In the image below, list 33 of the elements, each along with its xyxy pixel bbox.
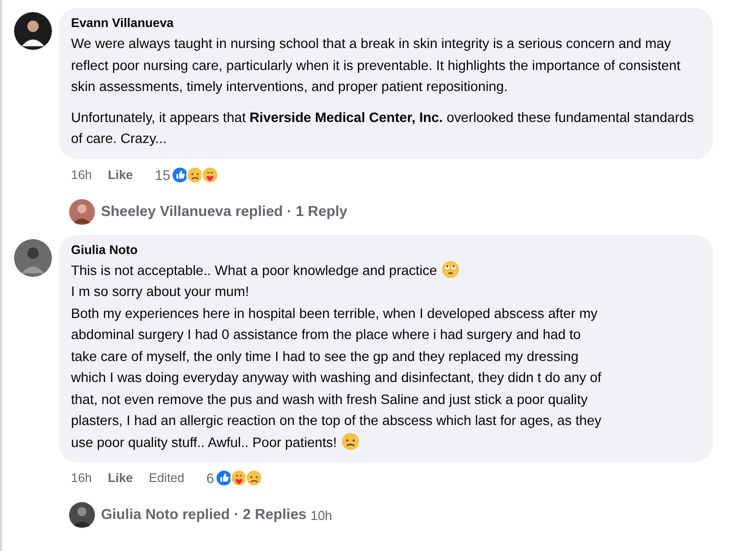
comment-text: which I was doing everyday anyway with washing and disinfectant, they didn t do any of: [71, 370, 602, 385]
dizzy-face-icon: [442, 260, 459, 278]
sad-face-icon: [245, 469, 264, 487]
like-link[interactable]: Like: [108, 471, 133, 485]
author-name[interactable]: Evann Villanueva: [71, 15, 174, 31]
view-replies-link[interactable]: Giulia Noto replied · 2 Replies: [101, 507, 306, 523]
comment-text: Both my experiences here in hospital been terrible, when I developed abscess after my: [71, 306, 598, 320]
comment-text: This is not acceptable.. What a poor knowledge and practice: [71, 262, 437, 278]
hugging-face-icon: [230, 469, 248, 487]
avatar[interactable]: [14, 12, 52, 50]
comment-time[interactable]: 16h: [71, 168, 92, 182]
avatar[interactable]: [69, 502, 95, 528]
author-name[interactable]: Giulia Noto: [71, 242, 138, 258]
avatar[interactable]: [14, 238, 52, 276]
thumbs-up-icon: [215, 469, 234, 487]
comment-text: abdominal surgery I had 0 assistance from the place where i had surgery and had to: [71, 327, 581, 342]
comment-text: We were always taught in nursing school that a break in skin integrity is a serious concern and may reflect poor nursing care, particularly when it is preventable. It highlights the importance of consistent skin assessments, timely interventions, and proper patient repositioning.: [71, 35, 682, 96]
comment-time[interactable]: 16h: [71, 471, 92, 485]
edited-label: Edited: [148, 471, 184, 485]
reaction-count[interactable]: 15: [154, 166, 170, 182]
avatar[interactable]: [69, 198, 95, 224]
comment-text: I m so sorry about your mum!: [71, 284, 249, 299]
hugging-face-icon: [201, 166, 220, 184]
comment-text: that, not even remove the pus and wash with fresh Saline and just stick a poor quality: [71, 392, 588, 406]
comment-text: use poor quality stuff.. Awful.. Poor patients!: [71, 434, 337, 450]
view-replies-link[interactable]: Sheeley Villanueva replied · 1 Reply: [101, 204, 348, 220]
reaction-count[interactable]: 6: [206, 470, 214, 486]
comment-text: take care of myself, the only time I had to see the gp and they replaced my dressing: [71, 348, 578, 364]
like-link[interactable]: Like: [108, 168, 133, 182]
reply-time: 10h: [310, 508, 332, 522]
sad-face-icon: [342, 432, 359, 450]
comment-text: Unfortunately, it appears that Riverside Medical Center, Inc. overlooked these fundamental standards of care. Crazy...: [71, 108, 695, 148]
comment-text: plasters, I had an allergic reaction on the top of the abscess which last for ages, as they: [71, 413, 602, 428]
